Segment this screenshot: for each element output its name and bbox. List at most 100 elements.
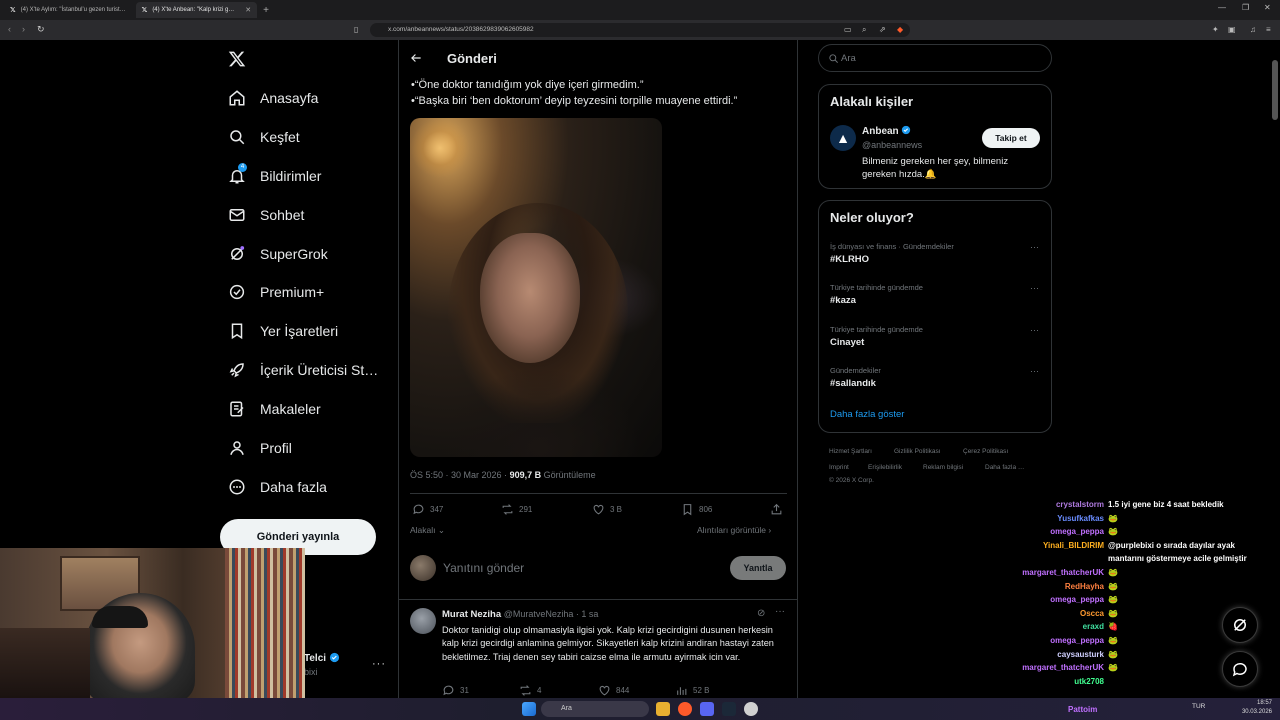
nav-explore[interactable]: Keşfet xyxy=(228,128,300,146)
nav-articles[interactable]: Makaleler xyxy=(228,400,321,418)
back-arrow-icon[interactable] xyxy=(409,51,423,65)
more-dots-icon[interactable]: ··· xyxy=(372,658,386,670)
discord-icon[interactable] xyxy=(700,702,714,716)
file-explorer-icon[interactable] xyxy=(656,702,670,716)
steam-icon[interactable] xyxy=(722,702,736,716)
reload-icon[interactable]: ↻ xyxy=(37,24,45,35)
like-action[interactable]: 3 B xyxy=(592,503,622,516)
chat-username[interactable]: Yinali_BILDIRIM xyxy=(1043,541,1104,550)
like-action[interactable]: 844 xyxy=(598,684,629,697)
trend-item[interactable]: #KLRHO xyxy=(830,254,869,265)
chat-username[interactable]: utk2708 xyxy=(1074,677,1104,686)
obs-icon[interactable] xyxy=(744,702,758,716)
new-tab-icon[interactable]: + xyxy=(263,5,269,16)
chat-username[interactable]: Oscca xyxy=(1080,609,1104,618)
nav-notifications[interactable]: 4 Bildirimler xyxy=(228,163,321,185)
minimize-icon[interactable]: — xyxy=(1218,3,1226,12)
chat-username[interactable]: omega_peppa xyxy=(1050,636,1104,645)
view-quotes-link[interactable]: Alıntıları görüntüle › xyxy=(697,525,771,535)
brave-shield-icon[interactable]: ◆ xyxy=(897,25,903,34)
close-window-icon[interactable]: ✕ xyxy=(1264,3,1271,12)
reply-input[interactable]: Yanıtını gönder xyxy=(443,561,524,575)
trend-item[interactable]: #sallandık xyxy=(830,378,876,389)
trend-item[interactable]: #kaza xyxy=(830,295,856,306)
avatar[interactable]: ▲ xyxy=(830,125,856,151)
extensions-icon[interactable]: ✦ xyxy=(1212,25,1219,34)
avatar[interactable] xyxy=(410,555,436,581)
nav-supergrok[interactable]: SuperGrok xyxy=(228,245,328,263)
trend-item[interactable]: Cinayet xyxy=(830,337,864,348)
nav-premium[interactable]: Premium+ xyxy=(228,283,324,301)
more-dots-icon[interactable]: ··· xyxy=(1030,325,1039,335)
chat-username[interactable]: caysausturk xyxy=(1057,650,1104,659)
follow-button[interactable]: Takip et xyxy=(982,128,1040,148)
page-scrollbar[interactable] xyxy=(1272,60,1278,120)
chat-username[interactable]: margaret_thatcherUK xyxy=(1022,663,1104,672)
bookmark-page-icon[interactable]: ▯ xyxy=(354,25,358,34)
back-icon[interactable]: ‹ xyxy=(8,24,11,34)
windows-start-icon[interactable] xyxy=(522,702,536,716)
chat-username[interactable]: crystalstorm xyxy=(1056,500,1104,509)
reply-action[interactable]: 347 xyxy=(412,503,443,516)
sidebar-icon[interactable]: ▣ xyxy=(1228,25,1236,34)
zoom-icon[interactable]: ⌕ xyxy=(862,25,866,35)
clock-time[interactable]: 18:57 xyxy=(1240,700,1272,706)
nav-creator-studio[interactable]: İçerik Üreticisi St… xyxy=(228,361,378,379)
footer-link[interactable]: Çerez Politikası xyxy=(963,448,1008,455)
chat-username[interactable]: omega_peppa xyxy=(1050,527,1104,536)
brave-icon[interactable] xyxy=(678,702,692,716)
restore-icon[interactable]: ❐ xyxy=(1242,3,1249,12)
reply-button[interactable]: Yanıtla xyxy=(730,556,786,580)
nav-more[interactable]: Daha fazla xyxy=(228,478,327,496)
forward-icon[interactable]: › xyxy=(22,24,25,34)
avatar[interactable] xyxy=(410,608,436,634)
footer-link[interactable]: Daha fazla … xyxy=(985,464,1024,471)
nav-chat[interactable]: Sohbet xyxy=(228,206,304,224)
bookmark-action[interactable]: 806 xyxy=(681,503,712,516)
repost-action[interactable]: 291 xyxy=(501,503,532,516)
share-action[interactable] xyxy=(770,503,783,516)
account-switcher[interactable]: Telci xyxy=(304,652,340,664)
chat-username[interactable]: Yusufkafkas xyxy=(1057,514,1104,523)
more-dots-icon[interactable]: ··· xyxy=(1030,283,1039,293)
keyboard-language[interactable]: TUR xyxy=(1192,703,1205,710)
comment-author[interactable]: Murat Neziha xyxy=(442,609,501,620)
x-logo-icon[interactable] xyxy=(228,50,246,68)
nav-bookmarks[interactable]: Yer İşaretleri xyxy=(228,322,338,340)
more-dots-icon[interactable]: ··· xyxy=(775,606,785,617)
nav-home[interactable]: Anasayfa xyxy=(228,89,318,107)
clock-date[interactable]: 30.03.2026 xyxy=(1234,709,1272,715)
close-tab-icon[interactable]: ✕ xyxy=(245,6,251,14)
more-dots-icon[interactable]: ··· xyxy=(1030,242,1039,252)
show-more-link[interactable]: Daha fazla göster xyxy=(830,409,904,420)
more-dots-icon[interactable]: ··· xyxy=(1030,366,1039,376)
footer-link[interactable]: Erişilebilirlik xyxy=(868,464,902,471)
menu-icon[interactable]: ≡ xyxy=(1266,25,1271,34)
url-field[interactable]: x.com/anbeannews/status/2038629839062605… xyxy=(370,23,910,37)
grok-fab[interactable] xyxy=(1222,607,1258,643)
related-dropdown[interactable]: Alakalı ⌄ xyxy=(410,525,445,536)
share-icon[interactable]: ⇗ xyxy=(879,25,886,34)
person-name-row[interactable]: Anbean xyxy=(862,125,911,137)
screen-icon[interactable]: ▭ xyxy=(844,25,852,34)
repost-action[interactable]: 4 xyxy=(519,684,541,697)
browser-tab[interactable]: 𝕏 (4) X'te Aylım: "İstanbul'u gezen turi… xyxy=(4,2,132,18)
footer-link[interactable]: Reklam bilgisi xyxy=(923,464,963,471)
chat-username[interactable]: eraxd xyxy=(1083,622,1104,631)
search-input[interactable]: Ara xyxy=(818,44,1052,72)
grok-icon[interactable]: ⊘ xyxy=(757,608,765,619)
taskbar-search[interactable]: Ara xyxy=(541,701,649,717)
footer-link[interactable]: Imprint xyxy=(829,464,849,471)
footer-link[interactable]: Gizlilik Politikası xyxy=(894,448,941,455)
post-video[interactable] xyxy=(410,118,662,457)
nav-profile[interactable]: Profil xyxy=(228,439,292,457)
views-action[interactable]: 52 B xyxy=(675,684,709,697)
chat-username[interactable]: margaret_thatcherUK xyxy=(1022,568,1104,577)
messages-fab[interactable] xyxy=(1222,651,1258,687)
footer-link[interactable]: Hizmet Şartları xyxy=(829,448,872,455)
chat-username[interactable]: omega_peppa xyxy=(1050,595,1104,604)
reply-action[interactable]: 31 xyxy=(442,684,469,697)
chat-username[interactable]: RedHayha xyxy=(1065,582,1104,591)
music-icon[interactable]: ♫ xyxy=(1250,25,1256,34)
browser-tab-active[interactable]: 𝕏 (4) X'te Anbean: "Kalp krizi g… ✕ xyxy=(135,2,258,18)
